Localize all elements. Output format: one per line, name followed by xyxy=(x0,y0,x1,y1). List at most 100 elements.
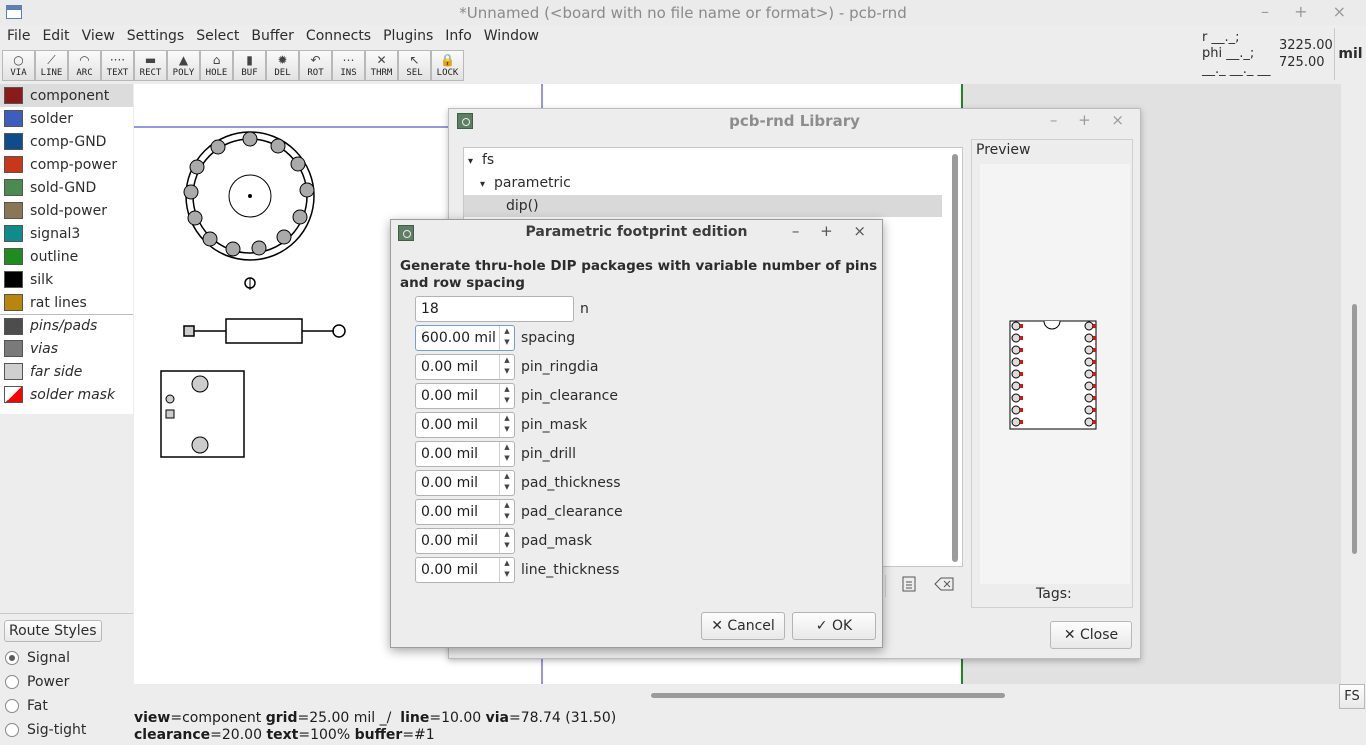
tree-item[interactable]: ▾ parametric xyxy=(464,172,942,194)
layer-color-swatch[interactable] xyxy=(4,317,23,335)
fullscreen-button[interactable]: FS xyxy=(1339,684,1365,709)
layer-color-swatch[interactable] xyxy=(4,179,23,196)
route-style-signal-radio[interactable]: Signal xyxy=(5,650,70,666)
param-n-input[interactable]: 18 xyxy=(415,296,574,322)
library-close-button[interactable]: ✕ Close xyxy=(1050,621,1132,649)
layer-color-swatch[interactable] xyxy=(4,294,23,311)
param-pad-thickness-input[interactable]: 0.00 mil ▲ ▼ xyxy=(415,470,515,496)
tool-lock-button[interactable]: 🔒 LOCK xyxy=(431,50,464,81)
tree-item[interactable]: ▾ fs xyxy=(464,149,942,171)
route-style-sig-tight-radio[interactable]: Sig-tight xyxy=(5,722,86,738)
spin-arrows-icon[interactable]: ▲ ▼ xyxy=(499,326,514,350)
route-style-power-radio[interactable]: Power xyxy=(5,674,69,690)
layer-pins-pads[interactable]: pins/pads xyxy=(0,314,133,337)
param-pad-clearance-input[interactable]: 0.00 mil ▲ ▼ xyxy=(415,499,515,525)
window-controls[interactable]: – + × xyxy=(1261,2,1356,21)
menu-select[interactable]: Select xyxy=(190,26,245,46)
layer-comp-power[interactable]: comp-power xyxy=(0,153,133,176)
expand-arrow-icon[interactable]: ▾ xyxy=(480,174,494,196)
layer-rat-lines[interactable]: rat lines xyxy=(0,291,133,314)
layer-color-swatch[interactable] xyxy=(4,225,23,242)
menu-file[interactable]: File xyxy=(0,26,36,46)
spin-arrows-icon[interactable]: ▲ ▼ xyxy=(499,471,514,495)
layer-signal3[interactable]: signal3 xyxy=(0,222,133,245)
menu-settings[interactable]: Settings xyxy=(121,26,190,46)
param-pad-mask-input[interactable]: 0.00 mil ▲ ▼ xyxy=(415,528,515,554)
layer-solder[interactable]: solder xyxy=(0,107,133,130)
horizontal-scrollbar[interactable] xyxy=(134,686,1341,704)
spin-arrows-icon[interactable]: ▲ ▼ xyxy=(499,413,514,437)
tool-arc-button[interactable]: ◠ ARC xyxy=(68,50,101,81)
tool-text-button[interactable]: ···· TEXT xyxy=(101,50,134,81)
spin-arrows-icon[interactable]: ▲ ▼ xyxy=(499,355,514,379)
radio-indicator[interactable] xyxy=(5,699,19,713)
layer-color-swatch[interactable] xyxy=(4,248,23,265)
radio-indicator[interactable] xyxy=(5,651,19,665)
spin-arrows-icon[interactable]: ▲ ▼ xyxy=(499,384,514,408)
tool-sel-button[interactable]: ↖ SEL xyxy=(398,50,431,81)
spin-arrows-icon[interactable]: ▲ ▼ xyxy=(499,558,514,582)
layer-color-swatch[interactable] xyxy=(4,110,23,127)
tool-rect-button[interactable]: ▬ RECT xyxy=(134,50,167,81)
vertical-scrollbar[interactable] xyxy=(1341,84,1366,684)
layer-sold-power[interactable]: sold-power xyxy=(0,199,133,222)
layer-color-swatch[interactable] xyxy=(4,363,23,380)
route-styles-button[interactable]: Route Styles xyxy=(4,620,102,642)
layer-color-swatch[interactable] xyxy=(4,133,23,150)
layer-color-swatch[interactable] xyxy=(4,87,23,104)
menu-buffer[interactable]: Buffer xyxy=(245,26,300,46)
tree-item[interactable]: dip() xyxy=(464,195,942,217)
tool-ins-button[interactable]: ⋯ INS xyxy=(332,50,365,81)
library-window-controls[interactable]: – + × xyxy=(1050,111,1132,129)
layer-vias[interactable]: vias xyxy=(0,337,133,360)
tree-item-label: parametric xyxy=(494,175,571,191)
menu-view[interactable]: View xyxy=(76,26,121,46)
radio-indicator[interactable] xyxy=(5,723,19,737)
tool-thrm-button[interactable]: ✕ THRM xyxy=(365,50,398,81)
layer-color-swatch[interactable] xyxy=(4,340,23,357)
menu-window[interactable]: Window xyxy=(478,26,545,46)
radio-indicator[interactable] xyxy=(5,675,19,689)
spin-arrows-icon[interactable]: ▲ ▼ xyxy=(499,500,514,524)
layer-label: silk xyxy=(30,271,54,288)
tool-poly-button[interactable]: ▲ POLY xyxy=(167,50,200,81)
menu-info[interactable]: Info xyxy=(439,26,478,46)
route-style-fat-radio[interactable]: Fat xyxy=(5,698,48,714)
param-spacing-input[interactable]: 600.00 mil ▲ ▼ xyxy=(415,325,515,351)
ok-button[interactable]: ✓ OK xyxy=(792,612,876,640)
layer-color-swatch[interactable] xyxy=(4,156,23,173)
tool-del-button[interactable]: ✹ DEL xyxy=(266,50,299,81)
layer-comp-gnd[interactable]: comp-GND xyxy=(0,130,133,153)
tool-rot-button[interactable]: ↶ ROT xyxy=(299,50,332,81)
menu-edit[interactable]: Edit xyxy=(36,26,75,46)
layer-outline[interactable]: outline xyxy=(0,245,133,268)
param-pin-drill-input[interactable]: 0.00 mil ▲ ▼ xyxy=(415,441,515,467)
layer-sold-gnd[interactable]: sold-GND xyxy=(0,176,133,199)
layer-silk[interactable]: silk xyxy=(0,268,133,291)
param-pin-ringdia-input[interactable]: 0.00 mil ▲ ▼ xyxy=(415,354,515,380)
tool-via-button[interactable]: ○ VIA xyxy=(2,50,35,81)
unit-toggle-button[interactable]: mil xyxy=(1334,28,1366,80)
layer-far-side[interactable]: far side xyxy=(0,360,133,383)
layer-component[interactable]: component xyxy=(0,84,133,107)
vertical-scroll-thumb[interactable] xyxy=(1352,304,1357,554)
library-tree-scrollbar[interactable] xyxy=(952,154,958,562)
tool-line-button[interactable]: ⟋ LINE xyxy=(35,50,68,81)
layer-solder-mask[interactable]: solder mask xyxy=(0,383,133,406)
tool-buf-button[interactable]: ▮ BUF xyxy=(233,50,266,81)
cancel-button[interactable]: ✕ Cancel xyxy=(701,612,785,640)
dialog-window-controls[interactable]: – + × xyxy=(792,222,874,240)
layer-color-swatch[interactable] xyxy=(4,202,23,219)
spin-arrows-icon[interactable]: ▲ ▼ xyxy=(499,442,514,466)
layer-color-swatch[interactable] xyxy=(4,271,23,288)
param-pin-clearance-input[interactable]: 0.00 mil ▲ ▼ xyxy=(415,383,515,409)
spin-arrows-icon[interactable]: ▲ ▼ xyxy=(499,529,514,553)
horizontal-scroll-thumb[interactable] xyxy=(651,693,1005,698)
tool-hole-button[interactable]: ⌂ HOLE xyxy=(200,50,233,81)
layer-color-swatch[interactable] xyxy=(4,386,23,403)
menu-plugins[interactable]: Plugins xyxy=(377,26,439,46)
menu-connects[interactable]: Connects xyxy=(300,26,377,46)
param-line-thickness-input[interactable]: 0.00 mil ▲ ▼ xyxy=(415,557,515,583)
expand-arrow-icon[interactable]: ▾ xyxy=(468,151,482,173)
param-pin-mask-input[interactable]: 0.00 mil ▲ ▼ xyxy=(415,412,515,438)
